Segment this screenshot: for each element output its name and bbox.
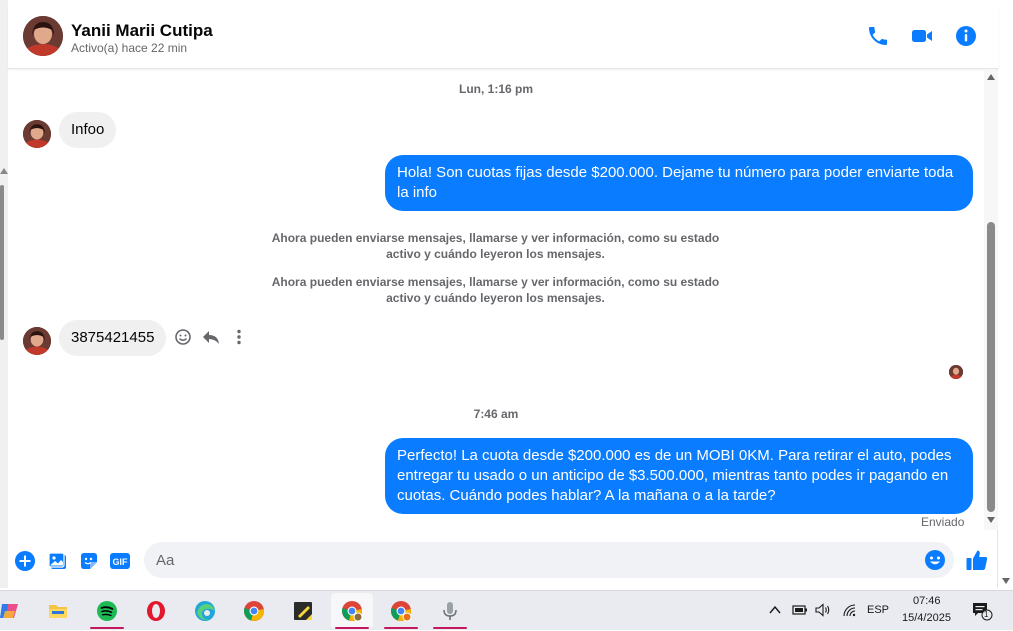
seen-indicator-avatar	[949, 365, 963, 379]
photo-icon[interactable]	[47, 550, 69, 572]
timestamp: Lun, 1:16 pm	[458, 82, 533, 96]
more-options-icon[interactable]	[229, 327, 249, 347]
like-icon[interactable]	[965, 548, 989, 572]
page-scroll-up-arrow[interactable]	[0, 168, 8, 174]
taskbar-sticky-notes[interactable]	[282, 593, 324, 629]
info-icon[interactable]	[954, 24, 978, 48]
scroll-up-arrow[interactable]	[987, 74, 995, 80]
sender-avatar[interactable]	[23, 327, 51, 355]
sticky-notes-icon	[292, 600, 314, 622]
sender-avatar[interactable]	[23, 120, 51, 148]
language-indicator[interactable]: ESP	[867, 604, 889, 616]
contact-avatar[interactable]	[23, 16, 63, 56]
page-scrollbar[interactable]	[0, 0, 8, 588]
running-indicator	[335, 627, 369, 629]
chat-scrollbar[interactable]	[984, 70, 998, 530]
system-notice: Ahora pueden enviarse mensajes, llamarse…	[271, 231, 720, 261]
taskbar-spotify[interactable]	[86, 593, 128, 629]
taskbar-copilot[interactable]	[0, 593, 30, 629]
notification-count: 1	[984, 610, 989, 619]
taskbar-chrome-profile-1[interactable]	[331, 593, 373, 629]
outgoing-message[interactable]: Perfecto! La cuota desde $200.000 es de …	[385, 438, 973, 514]
chrome-profile-icon	[390, 600, 412, 622]
chrome-profile-icon	[341, 600, 363, 622]
react-icon[interactable]	[173, 327, 193, 347]
spotify-icon	[96, 600, 118, 622]
edge-icon	[194, 600, 216, 622]
chrome-icon	[243, 600, 265, 622]
page-scroll-down-arrow[interactable]	[1002, 578, 1010, 584]
opera-icon	[145, 600, 167, 622]
taskbar-chrome-profile-2[interactable]	[380, 593, 422, 629]
emoji-icon[interactable]	[924, 549, 946, 571]
phone-icon[interactable]	[866, 24, 890, 48]
battery-icon[interactable]	[792, 603, 808, 617]
clock-time[interactable]: 07:46	[913, 595, 941, 607]
message-input-container[interactable]	[144, 542, 954, 578]
taskbar: ESP 07:46 15/4/2025 1	[0, 590, 1013, 630]
chat-window: Yanii Marii Cutipa Activo(a) hace 22 min…	[8, 6, 998, 588]
running-indicator	[90, 627, 124, 629]
taskbar-edge[interactable]	[184, 593, 226, 629]
running-indicator	[433, 627, 467, 629]
incoming-message[interactable]: 3875421455	[59, 320, 167, 356]
message-input[interactable]	[156, 550, 916, 570]
taskbar-voice-recorder[interactable]	[429, 593, 471, 629]
clock-date[interactable]: 15/4/2025	[902, 612, 951, 624]
copilot-icon	[0, 600, 20, 622]
running-indicator	[384, 627, 418, 629]
add-icon[interactable]	[14, 550, 36, 572]
outgoing-message[interactable]: Hola! Son cuotas fijas desde $200.000. D…	[385, 155, 973, 211]
folder-icon	[47, 600, 69, 622]
wifi-icon[interactable]	[842, 603, 858, 617]
gif-label: GIF	[113, 557, 129, 567]
system-tray: ESP 07:46 15/4/2025 1	[766, 591, 1006, 631]
volume-icon[interactable]	[815, 603, 831, 617]
screen: Yanii Marii Cutipa Activo(a) hace 22 min…	[0, 0, 1013, 630]
composer-bar: GIF	[8, 538, 998, 582]
page-scroll-thumb[interactable]	[0, 185, 4, 340]
taskbar-opera[interactable]	[135, 593, 177, 629]
taskbar-file-explorer[interactable]	[37, 593, 79, 629]
incoming-message[interactable]: Infoo	[59, 112, 117, 148]
sticker-icon[interactable]	[78, 550, 100, 572]
sent-status: Enviado	[921, 515, 965, 529]
scroll-down-arrow[interactable]	[987, 517, 995, 523]
message-list[interactable]: Lun, 1:16 pm Infoo Hola! Son cuotas fija…	[8, 70, 984, 534]
notification-icon[interactable]: 1	[971, 601, 993, 621]
chat-scroll-thumb[interactable]	[987, 222, 995, 512]
chevron-up-icon[interactable]	[768, 603, 782, 617]
gif-icon[interactable]: GIF	[109, 550, 131, 572]
video-call-icon[interactable]	[910, 24, 934, 48]
microphone-icon	[439, 600, 461, 622]
system-notice: Ahora pueden enviarse mensajes, llamarse…	[271, 275, 720, 305]
contact-status: Activo(a) hace 22 min	[71, 41, 188, 55]
contact-name[interactable]: Yanii Marii Cutipa	[71, 21, 213, 41]
reply-icon[interactable]	[201, 327, 221, 347]
taskbar-chrome[interactable]	[233, 593, 275, 629]
chat-header: Yanii Marii Cutipa Activo(a) hace 22 min	[8, 6, 998, 69]
timestamp: 7:46 am	[473, 407, 519, 421]
